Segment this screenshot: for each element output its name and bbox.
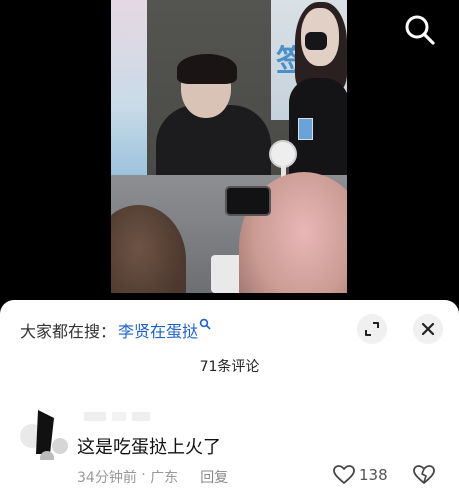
desk-fan — [269, 140, 297, 168]
meta-separator: · — [136, 467, 151, 483]
collapse-icon — [365, 322, 379, 336]
comment-sheet: 大家都在搜： 李贤在蛋挞 71条评论 这是吃蛋挞上火了 34分钟前 · 广东 回… — [0, 300, 459, 500]
video-banner-left — [111, 0, 147, 175]
comment-time: 34分钟前 — [77, 470, 137, 486]
username-redacted — [84, 412, 150, 421]
search-icon — [405, 15, 435, 45]
person-hair — [177, 54, 237, 84]
like-count: 138 — [359, 466, 388, 484]
staff-mask — [305, 32, 327, 50]
staff-badge — [298, 118, 313, 140]
like-button[interactable]: 138 — [333, 465, 388, 485]
comment-count: 71条评论 — [199, 359, 260, 375]
video-frame[interactable]: 签 — [111, 0, 347, 293]
hot-search-prefix: 大家都在搜： — [20, 322, 117, 341]
avatar[interactable] — [20, 408, 72, 460]
video-area[interactable]: 签 — [0, 0, 459, 300]
hot-search-row[interactable]: 大家都在搜： 李贤在蛋挞 — [20, 318, 211, 342]
collapse-button[interactable] — [357, 314, 387, 344]
comment-meta: 34分钟前 · 广东 回复 — [77, 467, 228, 487]
comment-text: 这是吃蛋挞上火了 — [77, 437, 221, 458]
close-icon — [421, 322, 435, 336]
hot-search-link[interactable]: 李贤在蛋挞 — [118, 318, 198, 342]
reply-button[interactable]: 回复 — [200, 467, 228, 487]
dislike-button[interactable] — [413, 465, 435, 489]
comment-location: 广东 — [150, 470, 179, 486]
search-button[interactable] — [402, 12, 438, 48]
broken-heart-icon — [413, 465, 435, 484]
close-button[interactable] — [413, 314, 443, 344]
search-icon — [199, 318, 211, 330]
phone-in-frame — [225, 186, 271, 216]
heart-icon — [333, 465, 355, 484]
